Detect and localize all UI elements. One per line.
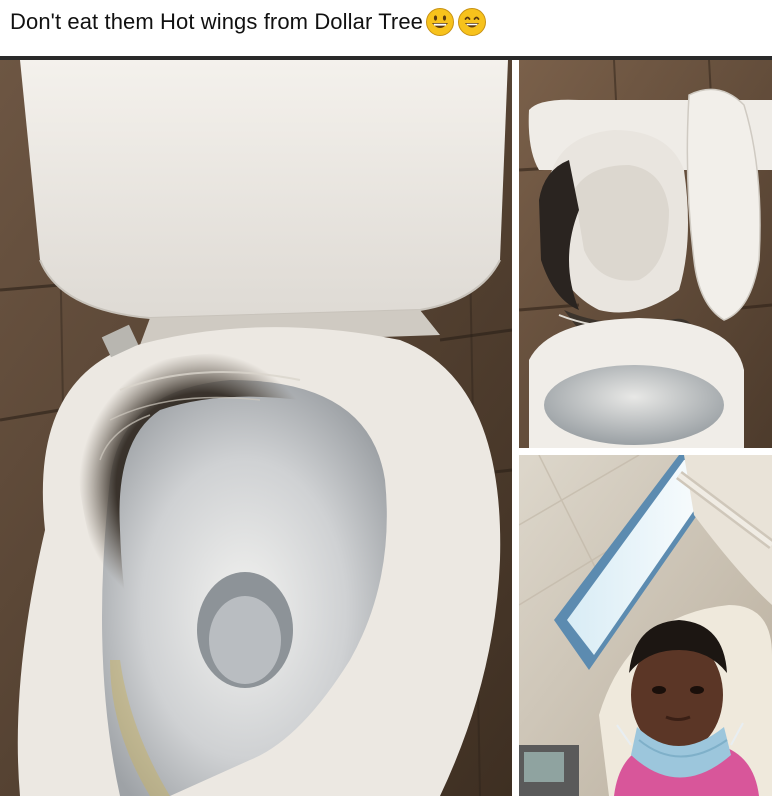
smiling-face-emoji-icon (457, 7, 487, 37)
caption-bar: Don't eat them Hot wings from Dollar Tre… (0, 0, 772, 44)
caption-label: Don't eat them Hot wings from Dollar Tre… (10, 9, 424, 34)
photo-broken-toilet-seat (519, 60, 772, 448)
photo-gutter-vertical (512, 60, 519, 796)
photo-hospital-selfie (519, 455, 772, 796)
caption-text: Don't eat them Hot wings from Dollar Tre… (10, 9, 423, 35)
photo-gutter-horizontal (519, 448, 772, 455)
grinning-face-emoji-icon (425, 7, 455, 37)
photo-burnt-toilet-seat (0, 60, 512, 796)
